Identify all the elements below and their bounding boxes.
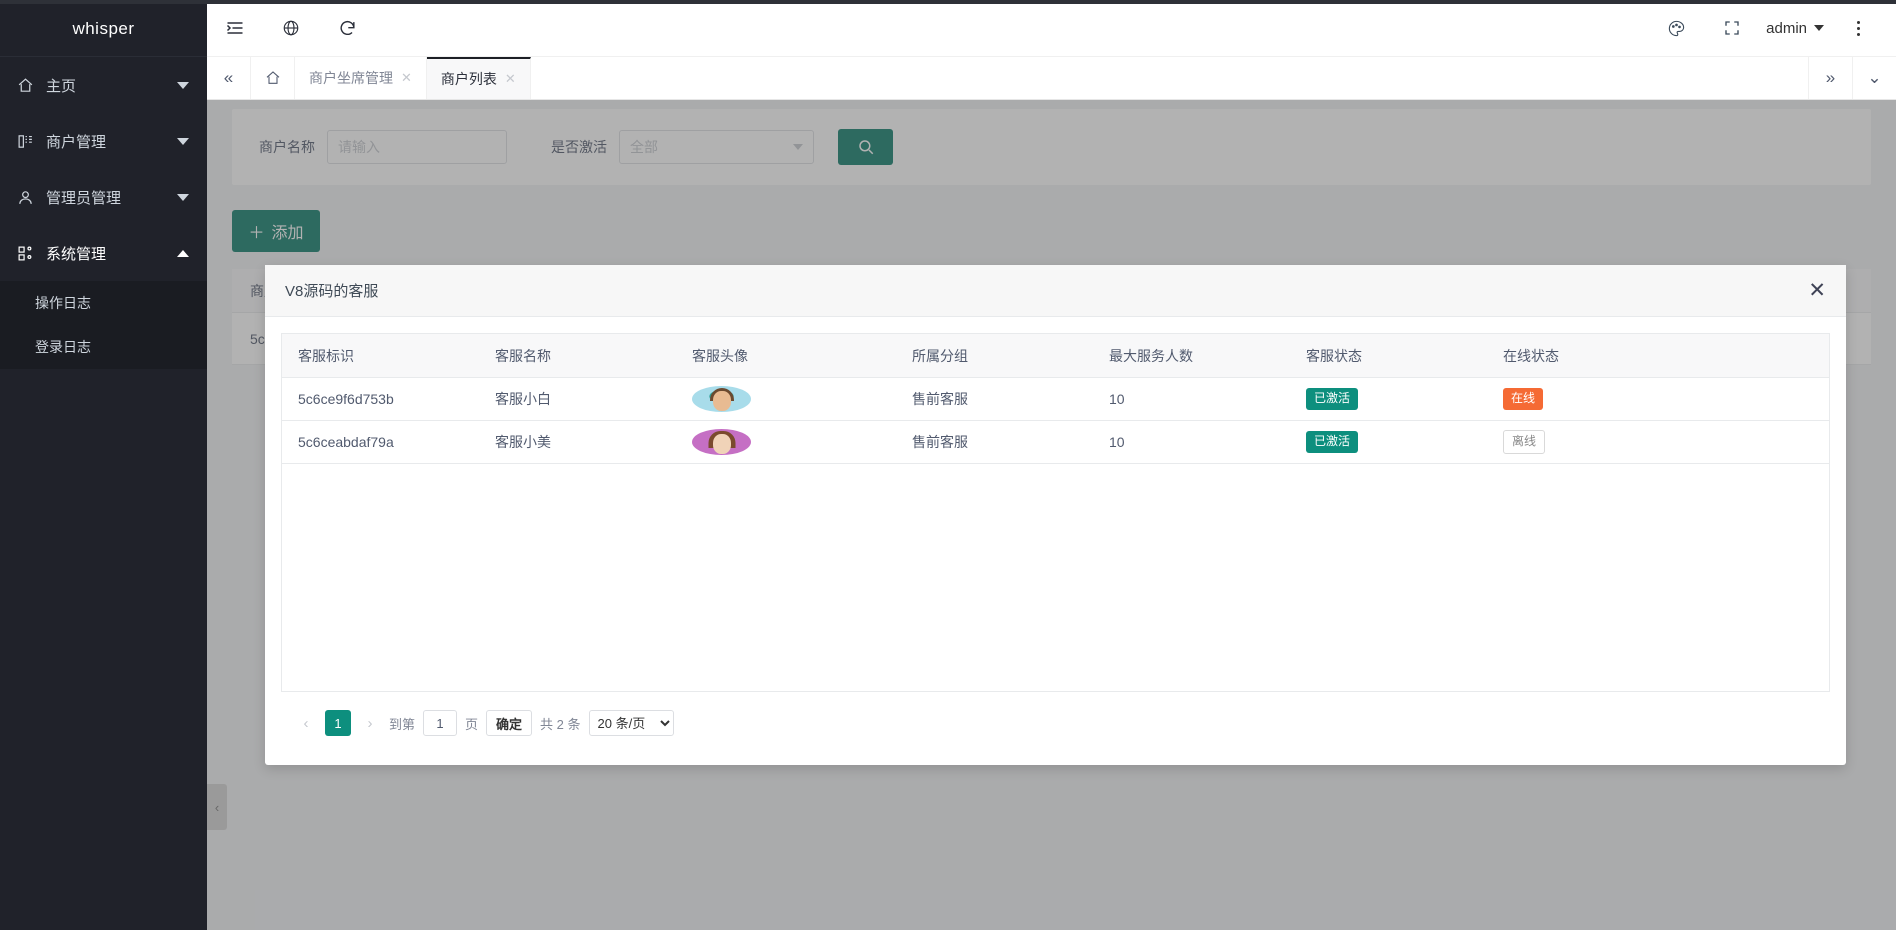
pagination-total: 共 2 条 [540, 714, 580, 733]
chevron-down-icon [1814, 25, 1824, 31]
chevron-up-icon [177, 250, 189, 257]
modal-title: V8源码的客服 [285, 280, 378, 301]
sidebar-item-label: 管理员管理 [46, 187, 177, 208]
tab-close-icon[interactable]: ✕ [505, 71, 516, 87]
th-max-service: 最大服务人数 [1093, 346, 1290, 366]
tabs-right-controls: » ⌄ [1808, 57, 1896, 99]
menu-collapse-icon[interactable] [207, 0, 263, 56]
agent-list-modal: V8源码的客服 ✕ 客服标识 客服名称 客服头像 所属分组 最大服务人数 客服状… [265, 265, 1846, 765]
avatar [692, 429, 751, 455]
header-right-tools: admin [1648, 0, 1896, 56]
shop-icon [14, 130, 36, 152]
tab-label: 商户坐席管理 [309, 68, 393, 88]
avatar-face [713, 434, 731, 454]
tabs-dropdown-icon[interactable]: ⌄ [1852, 57, 1896, 99]
table-row[interactable]: 5c6ceabdaf79a 客服小美 售前客服 10 已激活 离线 [282, 421, 1829, 464]
chevron-down-icon [177, 194, 189, 201]
sidebar-item-merchant[interactable]: 商户管理 [0, 113, 207, 169]
pagination: ‹ 1 › 到第 页 确定 共 2 条 10 条/页20 条/页50 条/页10… [281, 692, 1830, 736]
admin-menu-button[interactable]: admin [1760, 20, 1830, 37]
tab-merchant-seat-management[interactable]: 商户坐席管理 ✕ [295, 57, 427, 99]
fullscreen-icon[interactable] [1704, 0, 1760, 56]
tab-close-icon[interactable]: ✕ [401, 70, 412, 86]
td-agent-id: 5c6ce9f6d753b [282, 391, 479, 407]
sidebar-item-home[interactable]: 主页 [0, 57, 207, 113]
th-agent-avatar: 客服头像 [676, 346, 896, 366]
td-online-status: 离线 [1487, 430, 1829, 454]
td-agent-avatar [676, 429, 896, 455]
td-online-status: 在线 [1487, 388, 1829, 410]
td-agent-id: 5c6ceabdaf79a [282, 434, 479, 450]
modal-header: V8源码的客服 ✕ [265, 265, 1846, 317]
brand-logo: whisper [0, 0, 207, 57]
td-agent-group: 售前客服 [896, 389, 1093, 409]
table-row[interactable]: 5c6ce9f6d753b 客服小白 售前客服 10 已激活 在线 [282, 378, 1829, 421]
status-badge: 已激活 [1306, 431, 1358, 453]
td-max-service: 10 [1093, 391, 1290, 407]
th-online-status: 在线状态 [1487, 346, 1829, 366]
table-empty-space [282, 464, 1829, 692]
more-vertical-icon[interactable] [1830, 0, 1886, 56]
sidebar-item-admin[interactable]: 管理员管理 [0, 169, 207, 225]
tab-merchant-list[interactable]: 商户列表 ✕ [427, 57, 531, 99]
avatar-face [713, 391, 731, 411]
tabs-scroll-right-icon[interactable]: » [1808, 57, 1852, 99]
home-icon [14, 74, 36, 96]
top-header: admin [207, 0, 1896, 57]
td-agent-name: 客服小白 [479, 389, 676, 409]
sidebar-item-system[interactable]: 系统管理 [0, 225, 207, 281]
sidebar-item-label: 主页 [46, 75, 177, 96]
td-agent-group: 售前客服 [896, 432, 1093, 452]
avatar [692, 386, 751, 412]
sidebar-item-label: 商户管理 [46, 131, 177, 152]
th-agent-status: 客服状态 [1290, 346, 1487, 366]
sidebar: whisper 主页 商户管理 [0, 0, 207, 930]
pagination-page-size-select[interactable]: 10 条/页20 条/页50 条/页100 条/页 [589, 710, 674, 736]
pagination-goto-label: 到第 [389, 714, 415, 733]
user-icon [14, 186, 36, 208]
refresh-icon[interactable] [319, 0, 375, 56]
sidebar-submenu-system: 操作日志 登录日志 [0, 281, 207, 369]
pagination-page-unit: 页 [465, 714, 478, 733]
agent-table-header: 客服标识 客服名称 客服头像 所属分组 最大服务人数 客服状态 在线状态 [282, 334, 1829, 378]
pagination-next-icon[interactable]: › [359, 712, 381, 734]
sidebar-subitem-label: 操作日志 [35, 293, 91, 313]
tabs-bar: « 商户坐席管理 ✕ 商户列表 ✕ » ⌄ [207, 57, 1896, 100]
window-title-strip [0, 0, 1896, 4]
sidebar-subitem-operation-log[interactable]: 操作日志 [0, 281, 207, 325]
sidebar-item-label: 系统管理 [46, 243, 177, 264]
tabs-scroll-left-icon[interactable]: « [207, 57, 251, 99]
pagination-prev-icon[interactable]: ‹ [295, 712, 317, 734]
status-badge: 已激活 [1306, 388, 1358, 410]
td-agent-status: 已激活 [1290, 388, 1487, 410]
system-icon [14, 242, 36, 264]
sidebar-subitem-login-log[interactable]: 登录日志 [0, 325, 207, 369]
td-max-service: 10 [1093, 434, 1290, 450]
palette-icon[interactable] [1648, 0, 1704, 56]
globe-icon[interactable] [263, 0, 319, 56]
th-agent-id: 客服标识 [282, 346, 479, 366]
pagination-page-1[interactable]: 1 [325, 710, 351, 736]
admin-username: admin [1766, 20, 1807, 37]
close-icon[interactable]: ✕ [1808, 280, 1826, 301]
online-badge: 离线 [1503, 430, 1545, 454]
td-agent-name: 客服小美 [479, 432, 676, 452]
tab-label: 商户列表 [441, 69, 497, 89]
agent-table: 客服标识 客服名称 客服头像 所属分组 最大服务人数 客服状态 在线状态 5c6… [281, 333, 1830, 692]
tabs-home-icon[interactable] [251, 57, 295, 99]
pagination-confirm-button[interactable]: 确定 [486, 710, 532, 736]
pagination-goto-input[interactable] [423, 710, 457, 736]
th-agent-name: 客服名称 [479, 346, 676, 366]
sidebar-subitem-label: 登录日志 [35, 337, 91, 357]
th-agent-group: 所属分组 [896, 346, 1093, 366]
chevron-down-icon [177, 82, 189, 89]
td-agent-status: 已激活 [1290, 431, 1487, 453]
modal-body: 客服标识 客服名称 客服头像 所属分组 最大服务人数 客服状态 在线状态 5c6… [265, 317, 1846, 765]
td-agent-avatar [676, 386, 896, 412]
app-root: whisper 主页 商户管理 [0, 0, 1896, 930]
chevron-down-icon [177, 138, 189, 145]
online-badge: 在线 [1503, 388, 1543, 410]
